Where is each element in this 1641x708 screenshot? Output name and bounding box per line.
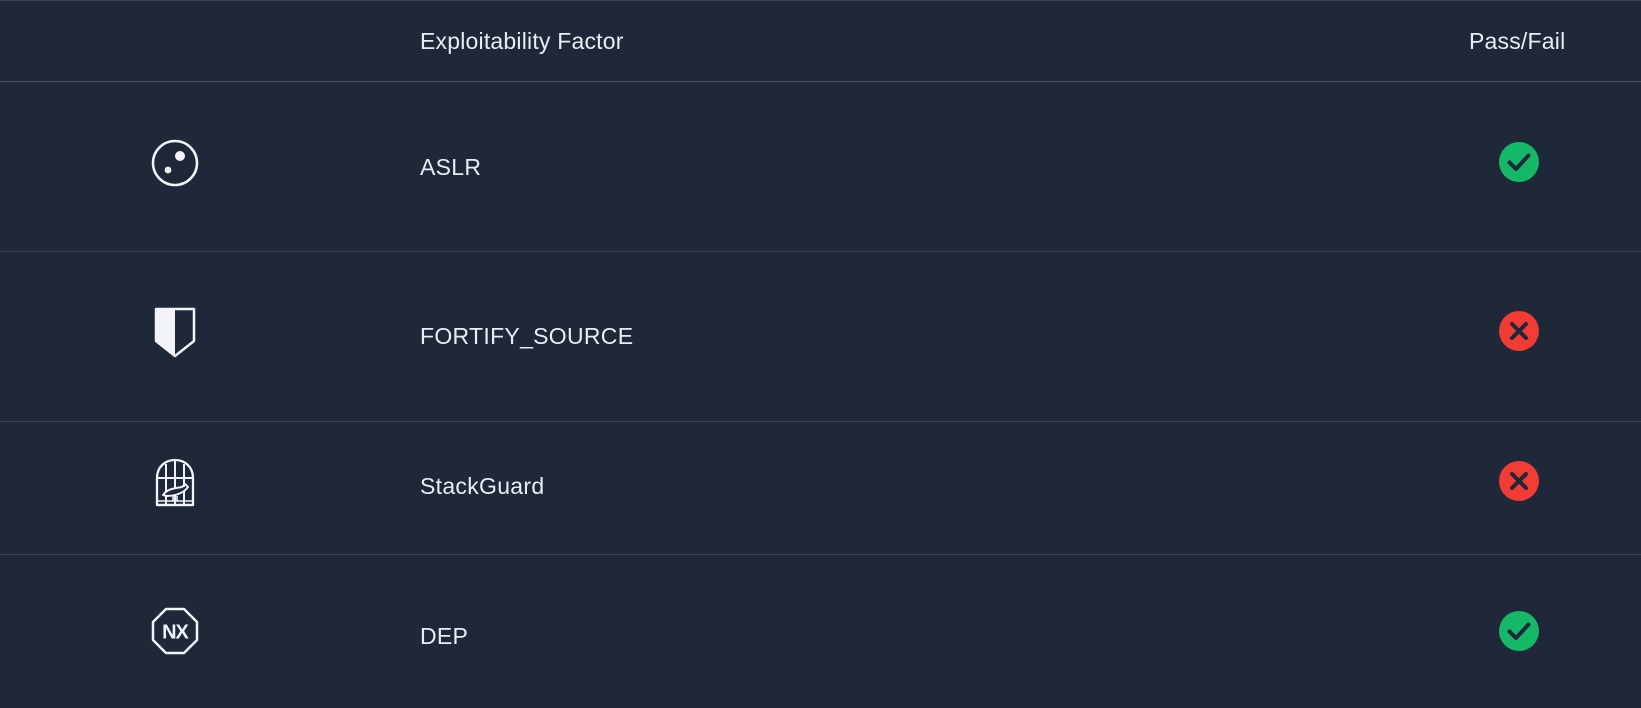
- table-row: ASLR: [0, 82, 1641, 252]
- factor-label-dep: DEP: [420, 623, 469, 649]
- table-row: StackGuard: [0, 422, 1641, 555]
- table-row: NX DEP: [0, 555, 1641, 708]
- factor-label-stackguard: StackGuard: [420, 473, 545, 499]
- exploitability-table: Exploitability Factor Pass/Fail ASLR FOR…: [0, 0, 1641, 708]
- fail-x-icon: [1499, 461, 1539, 501]
- aslr-dots-icon: [149, 137, 201, 189]
- birdcage-icon: [149, 456, 201, 508]
- factor-label-aslr: ASLR: [420, 154, 482, 180]
- nx-text: NX: [162, 622, 189, 644]
- fail-x-icon: [1499, 311, 1539, 351]
- column-header-pass-fail: Pass/Fail: [1469, 28, 1566, 54]
- table-row: FORTIFY_SOURCE: [0, 252, 1641, 422]
- table-header: Exploitability Factor Pass/Fail: [0, 1, 1641, 82]
- column-header-exploitability-factor: Exploitability Factor: [420, 28, 624, 54]
- factor-label-fortify-source: FORTIFY_SOURCE: [420, 323, 634, 349]
- pass-check-icon: [1499, 611, 1539, 651]
- nx-octagon-icon: NX: [149, 605, 201, 657]
- shield-icon: [149, 306, 201, 358]
- pass-check-icon: [1499, 142, 1539, 182]
